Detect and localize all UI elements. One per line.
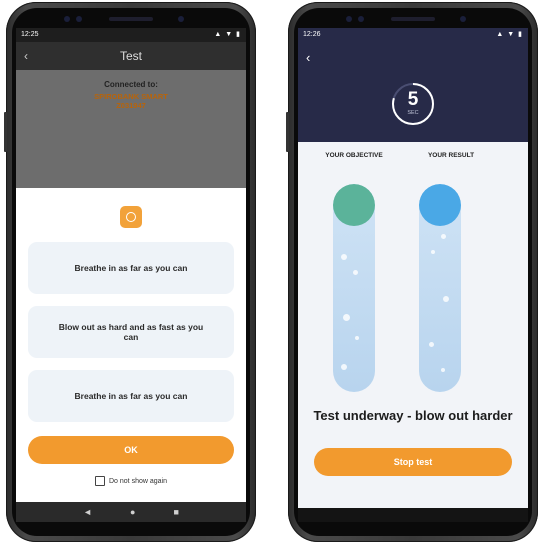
back-arrow-icon[interactable]: ‹ — [306, 50, 310, 65]
sensor-icon — [358, 16, 364, 22]
objective-tube — [333, 184, 375, 392]
left-phone-frame: 12:25 ▲ ▼ ▮ ‹ Test Connected to: SPIROBA… — [4, 2, 256, 542]
signal-battery-icon: ▲ ▼ ▮ — [496, 31, 523, 38]
bubble — [341, 254, 347, 260]
do-not-show-again-label: Do not show again — [109, 477, 167, 485]
phone-sensor-bar — [288, 14, 538, 24]
ok-button[interactable]: OK — [28, 436, 234, 464]
signal-battery-icon: ▲ ▼ ▮ — [214, 31, 241, 38]
device-name-line2: Z031947 — [116, 101, 146, 110]
proximity-sensor-icon — [460, 16, 466, 22]
proximity-sensor-icon — [178, 16, 184, 22]
warning-icon — [120, 206, 142, 228]
objective-label: YOUR OBJECTIVE — [325, 152, 383, 159]
test-status-message: Test underway - blow out harder — [313, 408, 513, 423]
app-bar: ‹ Test — [16, 42, 246, 70]
bubble — [441, 368, 445, 372]
timer-header: 12:26 ▲ ▼ ▮ ‹ 5 SEC — [298, 28, 528, 142]
front-camera-icon — [64, 16, 70, 22]
volume-button — [286, 112, 289, 152]
objective-ball — [333, 184, 375, 226]
bubble — [341, 364, 347, 370]
bubble — [443, 296, 449, 302]
connected-label: Connected to: — [104, 80, 158, 89]
bubble — [355, 336, 359, 340]
earpiece-speaker — [391, 17, 435, 21]
bubble — [343, 314, 350, 321]
instructions-dialog: Breathe in as far as you can Blow out as… — [16, 188, 246, 502]
timer-unit: SEC — [407, 110, 419, 116]
countdown-timer: 5 SEC — [391, 82, 435, 126]
result-ball — [419, 184, 461, 226]
timer-value: 5 — [407, 89, 419, 110]
android-nav-bar: ◄ ● ■ — [16, 502, 246, 522]
nav-back-icon[interactable]: ◄ — [83, 507, 92, 517]
front-camera-icon — [346, 16, 352, 22]
bubble — [429, 342, 434, 347]
step-card-2: Blow out as hard and as fast as you can — [28, 306, 234, 358]
bubble — [431, 250, 435, 254]
step-card-3: Breathe in as far as you can — [28, 370, 234, 422]
bubble — [441, 234, 446, 239]
phone-sensor-bar — [6, 14, 256, 24]
do-not-show-again-row[interactable]: Do not show again — [16, 476, 246, 486]
right-screen: 12:26 ▲ ▼ ▮ ‹ 5 SEC YOUR OBJECTIVE YOUR … — [298, 28, 528, 522]
step-card-1: Breathe in as far as you can — [28, 242, 234, 294]
earpiece-speaker — [109, 17, 153, 21]
stop-test-button[interactable]: Stop test — [314, 448, 512, 476]
result-tube — [419, 184, 461, 392]
nav-home-icon[interactable]: ● — [130, 507, 135, 517]
right-phone-frame: 12:26 ▲ ▼ ▮ ‹ 5 SEC YOUR OBJECTIVE YOUR … — [286, 2, 538, 542]
sensor-icon — [76, 16, 82, 22]
back-arrow-icon[interactable]: ‹ — [24, 42, 28, 70]
volume-button — [4, 112, 7, 152]
result-label: YOUR RESULT — [427, 152, 475, 159]
status-bar: 12:25 ▲ ▼ ▮ — [16, 28, 246, 42]
device-name: SPIROBANK SMART Z031947 — [16, 92, 246, 110]
page-title: Test — [119, 49, 142, 63]
status-time: 12:25 — [21, 31, 39, 38]
bubble — [353, 270, 358, 275]
test-panel: YOUR OBJECTIVE YOUR RESULT Test underway… — [298, 142, 528, 522]
do-not-show-again-checkbox[interactable] — [95, 476, 105, 486]
left-screen: 12:25 ▲ ▼ ▮ ‹ Test Connected to: SPIROBA… — [16, 28, 246, 522]
status-time: 12:26 — [303, 31, 321, 38]
nav-recent-icon[interactable]: ■ — [173, 507, 178, 517]
device-name-line1: SPIROBANK SMART — [94, 92, 168, 101]
connection-panel: Connected to: SPIROBANK SMART Z031947 — [16, 70, 246, 232]
android-nav-bar — [298, 508, 528, 522]
status-bar: 12:26 ▲ ▼ ▮ — [298, 28, 528, 42]
